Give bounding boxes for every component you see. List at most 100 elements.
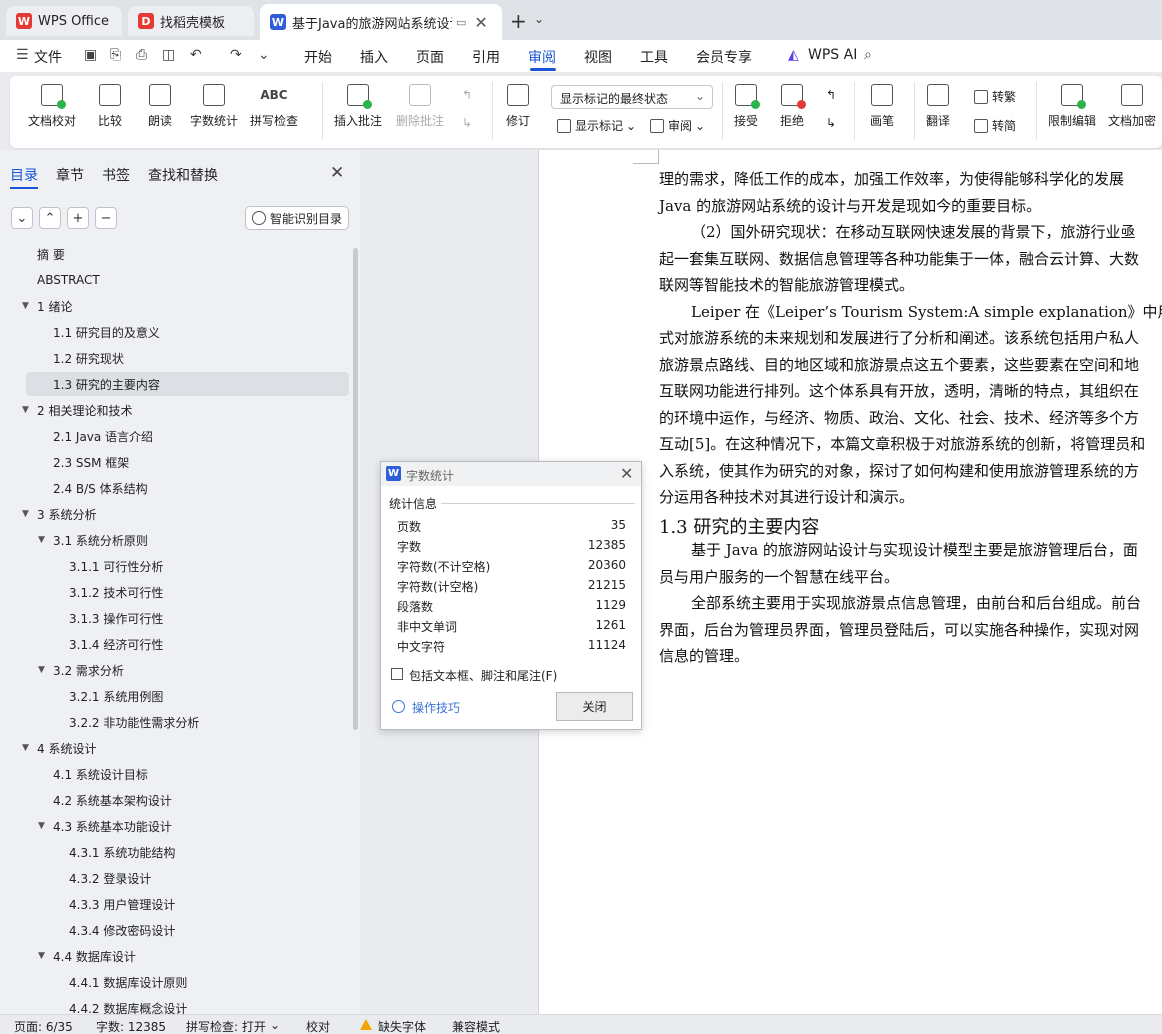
expand-arrow-icon[interactable]: ▼ — [22, 743, 29, 753]
toc-item[interactable]: 2.4 B/S 体系结构 — [53, 476, 148, 500]
reject-button[interactable]: 拒绝 — [780, 84, 806, 129]
status-spell[interactable]: 拼写检查: 打开 — [186, 1018, 266, 1034]
new-tab-menu-icon[interactable]: ⌄ — [534, 12, 544, 26]
include-checkbox-label[interactable]: 包括文本框、脚注和尾注(F) — [409, 667, 557, 684]
toc-item[interactable]: 1.3 研究的主要内容 — [26, 372, 349, 396]
markup-mode-select[interactable]: 显示标记的最终状态 ⌄ — [551, 85, 713, 109]
tab-wps-office[interactable]: W WPS Office — [6, 6, 122, 36]
prev-change-icon[interactable]: ↰ — [826, 88, 836, 102]
print-icon[interactable]: ⎙ — [136, 47, 147, 63]
add-heading-button[interactable]: + — [67, 207, 89, 229]
accept-button[interactable]: 接受 — [734, 84, 760, 129]
show-markup-button[interactable]: 显示标记 ⌄ — [557, 117, 636, 134]
close-icon[interactable]: ✕ — [620, 464, 633, 483]
to-traditional-button[interactable]: 转繁 — [974, 88, 1016, 105]
toc-item[interactable]: 4.3.1 系统功能结构 — [69, 840, 175, 864]
close-tab-icon[interactable]: ✕ — [474, 13, 487, 32]
menu-view[interactable]: 视图 — [584, 47, 612, 67]
redo-icon[interactable]: ↷ — [230, 47, 242, 63]
toc-item[interactable]: 4.3 系统基本功能设计 — [53, 814, 172, 838]
toc-item[interactable]: ABSTRACT — [37, 268, 100, 292]
toc-item[interactable]: 2.3 SSM 框架 — [53, 450, 129, 474]
toc-item[interactable]: 3 系统分析 — [37, 502, 96, 526]
prev-comment-icon[interactable]: ↰ — [462, 88, 472, 102]
toc-item[interactable]: 4.3.2 登录设计 — [69, 866, 151, 890]
status-missing-font[interactable]: 缺失字体 — [378, 1018, 426, 1034]
expand-arrow-icon[interactable]: ▼ — [38, 821, 45, 831]
spell-check-button[interactable]: ABC 拼写检查 — [250, 84, 298, 129]
compare-button[interactable]: 比较 — [98, 84, 122, 129]
toc-item[interactable]: 2.1 Java 语言介绍 — [53, 424, 153, 448]
track-changes-button[interactable]: 修订 — [506, 84, 530, 129]
expand-arrow-icon[interactable]: ▼ — [22, 301, 29, 311]
next-comment-icon[interactable]: ↳ — [462, 116, 472, 130]
translate-button[interactable]: 翻译 — [926, 84, 950, 129]
toc-item[interactable]: 3.2 需求分析 — [53, 658, 124, 682]
status-proof[interactable]: 校对 — [306, 1018, 330, 1034]
encrypt-button[interactable]: 文档加密 — [1108, 84, 1156, 129]
toc-item[interactable]: 2 相关理论和技术 — [37, 398, 132, 422]
next-change-icon[interactable]: ↳ — [826, 116, 836, 130]
insert-comment-button[interactable]: 插入批注 — [334, 84, 382, 129]
delete-comment-button[interactable]: 删除批注 — [396, 84, 444, 129]
status-page[interactable]: 页面: 6/35 — [14, 1018, 73, 1034]
nav-scrollbar[interactable] — [353, 248, 358, 730]
toc-item[interactable]: 3.2.1 系统用例图 — [69, 684, 163, 708]
toc-item[interactable]: 1.2 研究现状 — [53, 346, 124, 370]
undo-icon[interactable]: ↶ — [190, 47, 202, 63]
tips-link[interactable]: 操作技巧 — [412, 699, 460, 716]
review-pane-button[interactable]: 审阅 ⌄ — [650, 117, 705, 134]
toc-item[interactable]: 3.1.1 可行性分析 — [69, 554, 163, 578]
nav-tab-toc[interactable]: 目录 — [10, 165, 38, 185]
toc-item[interactable]: 3.1 系统分析原则 — [53, 528, 148, 552]
include-checkbox[interactable] — [391, 668, 403, 680]
more-icon[interactable]: ⌄ — [258, 47, 270, 63]
remove-heading-button[interactable]: − — [95, 207, 117, 229]
tips-icon[interactable] — [392, 700, 405, 713]
expand-arrow-icon[interactable]: ▼ — [38, 535, 45, 545]
toc-item[interactable]: 3.1.3 操作可行性 — [69, 606, 163, 630]
expand-down-button[interactable]: ⌄ — [11, 207, 33, 229]
word-count-button[interactable]: 字数统计 — [190, 84, 238, 129]
tab-document[interactable]: W 基于Java的旅游网站系统设计与 ▭ ✕ — [260, 4, 502, 40]
pen-button[interactable]: 画笔 — [870, 84, 894, 129]
toc-item[interactable]: 3.2.2 非功能性需求分析 — [69, 710, 199, 734]
menu-review[interactable]: 审阅 — [528, 47, 556, 67]
toc-item[interactable]: 4.4.2 数据库概念设计 — [69, 996, 187, 1015]
expand-arrow-icon[interactable]: ▼ — [38, 665, 45, 675]
menu-insert[interactable]: 插入 — [360, 47, 388, 67]
toc-item[interactable]: 1 绪论 — [37, 294, 72, 318]
new-tab-button[interactable]: + — [510, 9, 527, 33]
expand-arrow-icon[interactable]: ▼ — [22, 509, 29, 519]
menu-home[interactable]: 开始 — [304, 47, 332, 67]
toc-item[interactable]: 4.3.4 修改密码设计 — [69, 918, 175, 942]
doc-check-button[interactable]: 文档校对 — [28, 84, 76, 129]
nav-tab-bookmarks[interactable]: 书签 — [102, 165, 130, 185]
smart-toc-button[interactable]: 智能识别目录 — [245, 206, 349, 230]
search-icon[interactable]: ⌕ — [864, 47, 872, 63]
restrict-edit-button[interactable]: 限制编辑 — [1048, 84, 1096, 129]
toc-item[interactable]: 1.1 研究目的及意义 — [53, 320, 160, 344]
nav-tab-sections[interactable]: 章节 — [56, 165, 84, 185]
save-icon[interactable]: ▣ — [84, 47, 97, 63]
close-pane-icon[interactable]: ✕ — [330, 163, 344, 183]
menu-tools[interactable]: 工具 — [640, 47, 668, 67]
menu-wps-ai[interactable]: WPS AI — [808, 47, 857, 63]
collapse-up-button[interactable]: ⌃ — [39, 207, 61, 229]
toc-item[interactable]: 4.3.3 用户管理设计 — [69, 892, 175, 916]
menu-reference[interactable]: 引用 — [472, 47, 500, 67]
export-icon[interactable]: ⎘ — [110, 47, 121, 63]
hamburger-icon[interactable]: ☰ — [16, 47, 29, 63]
toc-item[interactable]: 4 系统设计 — [37, 736, 96, 760]
toc-item[interactable]: 3.1.4 经济可行性 — [69, 632, 163, 656]
toc-item[interactable]: 4.1 系统设计目标 — [53, 762, 148, 786]
expand-arrow-icon[interactable]: ▼ — [22, 405, 29, 415]
to-simplified-button[interactable]: 转简 — [974, 117, 1016, 134]
menu-page[interactable]: 页面 — [416, 47, 444, 67]
print-preview-icon[interactable]: ◫ — [162, 47, 175, 63]
window-icon[interactable]: ▭ — [456, 16, 466, 29]
toc-item[interactable]: 3.1.2 技术可行性 — [69, 580, 163, 604]
tab-templates[interactable]: D 找稻壳模板 — [128, 6, 254, 36]
menu-file[interactable]: 文件 — [34, 47, 62, 67]
toc-item[interactable]: 摘 要 — [37, 242, 65, 266]
